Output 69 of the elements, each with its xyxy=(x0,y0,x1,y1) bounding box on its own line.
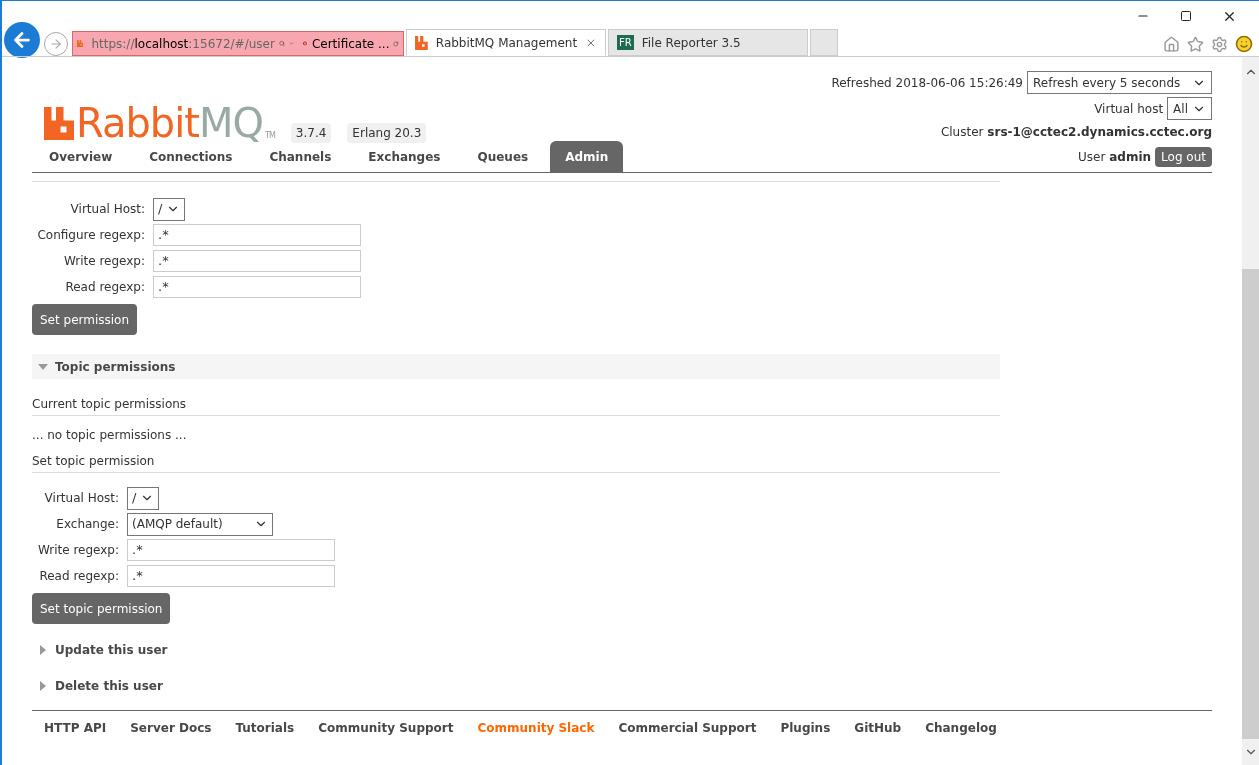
nav-tab[interactable]: Channels xyxy=(254,141,347,172)
virtual-host-select[interactable]: All xyxy=(1167,97,1212,120)
input-field[interactable]: .* xyxy=(153,276,361,298)
footer-link[interactable]: HTTP API xyxy=(44,718,107,737)
field-label: Virtual Host: xyxy=(43,490,119,507)
section-header[interactable]: Update this user xyxy=(32,640,1000,660)
nav-tab[interactable]: Exchanges xyxy=(353,141,456,172)
select-field[interactable]: / xyxy=(153,197,186,221)
refreshed-text: Refreshed 2018-06-06 15:26:49 xyxy=(831,74,1023,92)
version-badge: 3.7.4 xyxy=(290,123,332,143)
browser-tab[interactable]: FR File Reporter 3.5 xyxy=(608,29,808,56)
input-field[interactable]: .* xyxy=(127,539,335,561)
disclosure-icon xyxy=(40,645,46,655)
url-text: https://localhost:15672/#/user xyxy=(91,35,275,53)
section-subheading: Set topic permission xyxy=(32,452,1000,473)
settings-icon[interactable] xyxy=(1211,35,1228,53)
disclosure-icon xyxy=(40,681,46,691)
version-badge: Erlang 20.3 xyxy=(347,123,427,143)
scrollbar[interactable] xyxy=(1242,57,1259,765)
footer-link[interactable]: Tutorials xyxy=(235,718,295,737)
address-bar[interactable]: https://localhost:15672/#/user Certificate ... xyxy=(72,31,404,56)
browser-tab[interactable]: RabbitMQ Management xyxy=(406,29,606,56)
nav-tab[interactable]: Queues xyxy=(462,141,544,172)
input-field[interactable]: .* xyxy=(153,224,361,246)
disclosure-icon xyxy=(38,363,48,370)
footer-link[interactable]: Server Docs xyxy=(130,718,212,737)
empty-message: ... no topic permissions ... xyxy=(32,427,188,444)
set-permission-button[interactable]: Set permission xyxy=(32,304,138,335)
field-label: Configure regexp: xyxy=(36,227,145,244)
footer-link[interactable]: Commercial Support xyxy=(618,718,757,737)
select-field[interactable]: / xyxy=(127,486,160,510)
rabbit-logo-icon xyxy=(44,107,74,140)
select-field[interactable]: (AMQP default) xyxy=(127,512,273,536)
maximize-icon[interactable] xyxy=(1180,10,1192,22)
section-subheading: Current topic permissions xyxy=(32,395,1000,416)
section-header[interactable]: Topic permissions xyxy=(32,354,1000,379)
input-field[interactable]: .* xyxy=(153,250,361,272)
certificate-text[interactable]: Certificate ... xyxy=(311,34,390,53)
smiley-icon[interactable] xyxy=(1235,35,1253,53)
set-topic-permission-button[interactable]: Set topic permission xyxy=(32,593,171,624)
logout-button[interactable]: Log out xyxy=(1155,147,1212,167)
footer-link[interactable]: Changelog xyxy=(925,718,997,737)
tab-badge: FR xyxy=(617,35,634,50)
nav-tab[interactable]: Admin xyxy=(550,141,624,172)
back-button[interactable] xyxy=(4,22,40,58)
input-field[interactable]: .* xyxy=(127,565,335,587)
rabbitmq-logo: RabbitMQ TM xyxy=(44,105,275,141)
star-icon[interactable] xyxy=(1187,35,1204,53)
virtual-host-label: Virtual host xyxy=(1094,100,1164,118)
field-label: Write regexp: xyxy=(62,253,145,270)
field-label: Exchange: xyxy=(55,516,119,533)
nav-tab[interactable]: Connections xyxy=(134,141,248,172)
home-icon[interactable] xyxy=(1163,35,1180,53)
cluster-text: Cluster srs-1@cctec2.dynamics.cctec.org xyxy=(940,124,1212,141)
footer-link[interactable]: Community Support xyxy=(318,718,454,737)
footer-link[interactable]: Plugins xyxy=(780,718,831,737)
nav-tab[interactable]: Overview xyxy=(34,141,128,172)
field-label: Write regexp: xyxy=(36,542,119,559)
error-icon xyxy=(301,37,308,50)
user-text: User admin xyxy=(1078,149,1152,166)
section-header[interactable]: Delete this user xyxy=(32,676,1000,696)
footer-link[interactable]: GitHub xyxy=(854,718,902,737)
arrow-right-icon xyxy=(49,37,63,51)
field-label: Virtual Host: xyxy=(69,201,145,218)
field-label: Read regexp: xyxy=(38,568,119,585)
rabbit-logo-icon xyxy=(415,35,428,50)
field-label: Read regexp: xyxy=(64,279,145,296)
close-tab-icon[interactable] xyxy=(585,36,597,49)
refresh-select[interactable]: Refresh every 5 seconds xyxy=(1027,71,1212,94)
